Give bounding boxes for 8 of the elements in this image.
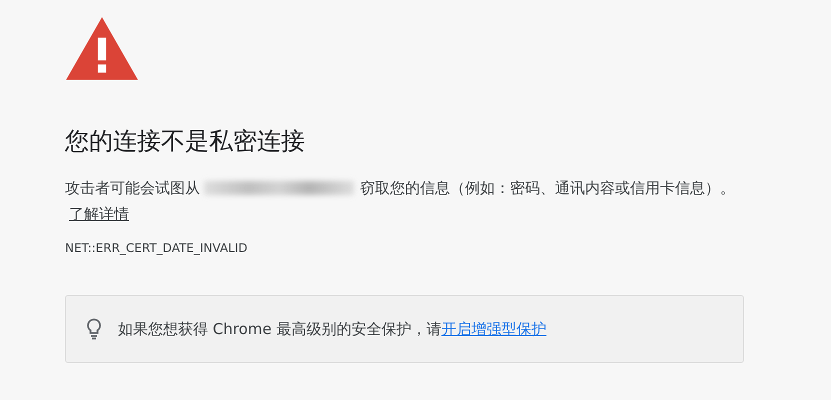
warning-message: 攻击者可能会试图从 窃取您的信息（例如：密码、通讯内容或信用卡信息）。 了解详情 — [65, 178, 736, 225]
enhanced-protection-link[interactable]: 开启增强型保护 — [441, 320, 546, 338]
page-heading: 您的连接不是私密连接 — [65, 126, 306, 157]
learn-more-link[interactable]: 了解详情 — [69, 205, 129, 223]
lightbulb-icon — [86, 318, 102, 340]
warning-icon — [65, 15, 139, 81]
tip-text: 如果您想获得 Chrome 最高级别的安全保护，请开启增强型保护 — [118, 320, 546, 338]
error-code: NET::ERR_CERT_DATE_INVALID — [65, 241, 249, 255]
